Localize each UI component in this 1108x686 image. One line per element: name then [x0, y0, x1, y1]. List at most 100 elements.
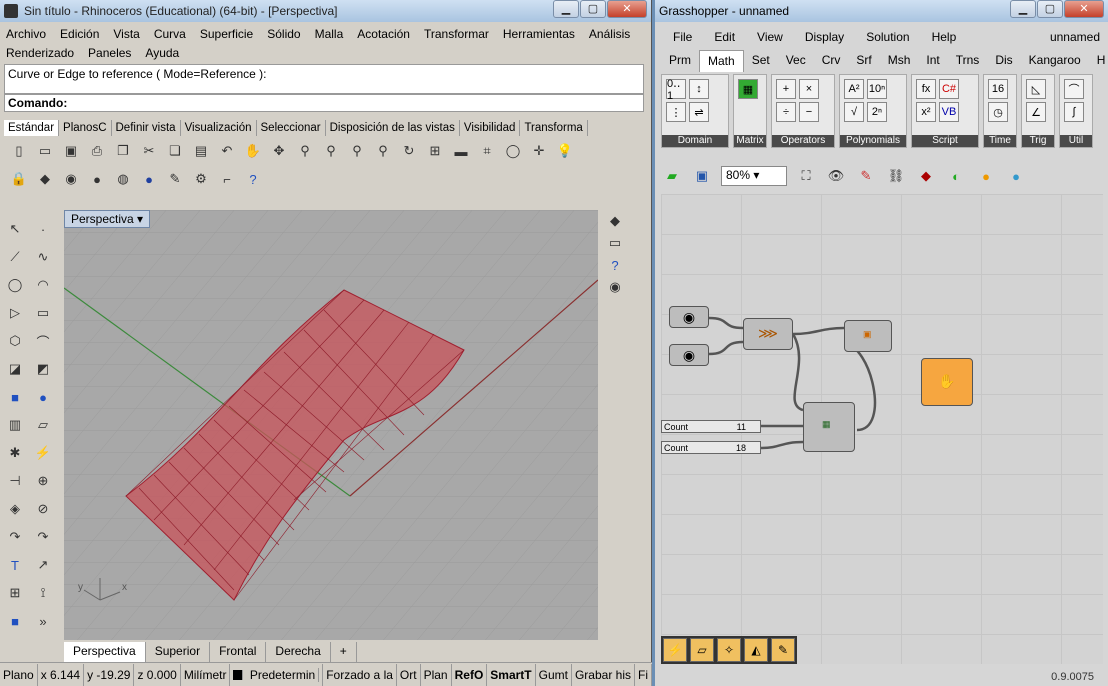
undo-icon[interactable]: ↶ — [216, 140, 238, 162]
text-icon[interactable]: T — [2, 554, 28, 576]
gh-menu-view[interactable]: View — [757, 30, 783, 48]
cplane-icon[interactable]: ⌗ — [476, 140, 498, 162]
menu-paneles[interactable]: Paneles — [88, 44, 131, 63]
cut-icon[interactable]: ✂ — [138, 140, 160, 162]
paint-icon[interactable]: ✎ — [164, 168, 186, 190]
gh-tab-crv[interactable]: Crv — [814, 50, 849, 72]
circle-icon[interactable]: ◯ — [502, 140, 524, 162]
light-bulb-icon[interactable]: 💡 — [554, 140, 576, 162]
preview-eye-icon[interactable]: 👁 — [825, 165, 847, 187]
status-smarttrack[interactable]: SmartT — [487, 663, 536, 686]
status-record-history[interactable]: Grabar his — [572, 663, 635, 686]
tab-seleccionar[interactable]: Seleccionar — [257, 120, 326, 136]
tab-definir-vista[interactable]: Definir vista — [112, 120, 181, 136]
rectangle-icon[interactable]: ▭ — [30, 302, 56, 324]
clipboard-icon[interactable]: ▤ — [190, 140, 212, 162]
bounds-icon[interactable]: ↕ — [689, 79, 709, 99]
gh-menu-help[interactable]: Help — [932, 30, 957, 48]
blue-sphere-icon[interactable]: ● — [138, 168, 160, 190]
status-gumball[interactable]: Gumt — [536, 663, 572, 686]
view-tab-frontal[interactable]: Frontal — [210, 642, 267, 662]
add-view-tab-button[interactable]: + — [330, 642, 357, 662]
tab-transforma[interactable]: Transforma — [520, 120, 588, 136]
copy-icon[interactable]: ❐ — [112, 140, 134, 162]
gauss-icon[interactable]: ⌒ — [1064, 79, 1084, 99]
help-panel-icon[interactable]: ? — [604, 254, 626, 276]
analyze-icon[interactable]: ⟟ — [30, 582, 56, 604]
pan-hand-icon[interactable]: ✋ — [242, 140, 264, 162]
gh-close-button[interactable]: ✕ — [1064, 0, 1104, 18]
gh-menu-solution[interactable]: Solution — [866, 30, 909, 48]
count-slider-2[interactable]: Count 18 — [661, 441, 761, 454]
clock-icon[interactable]: ◷ — [988, 102, 1008, 122]
save-icon[interactable]: ▣ — [60, 140, 82, 162]
trig-angle-icon[interactable]: ∠ — [1026, 102, 1046, 122]
number-param-2[interactable]: ◉ — [669, 344, 709, 366]
preview-mesh-icon[interactable]: ◐ — [945, 165, 967, 187]
zoom-icon[interactable]: ⚲ — [294, 140, 316, 162]
gh-menu-file[interactable]: File — [673, 30, 692, 48]
gh-menu-display[interactable]: Display — [805, 30, 844, 48]
help-icon[interactable]: ? — [242, 168, 264, 190]
power-icon[interactable]: A² — [844, 79, 864, 99]
calendar-icon[interactable]: 16 — [988, 79, 1008, 99]
gear-icon[interactable]: ⚙ — [190, 168, 212, 190]
menu-herramientas[interactable]: Herramientas — [503, 25, 575, 44]
sqrt-icon[interactable]: √ — [844, 102, 864, 122]
zoom-selected-icon[interactable]: ⚲ — [372, 140, 394, 162]
zoom-select[interactable]: 80% ▾ — [721, 166, 787, 186]
tab-planosc[interactable]: PlanosC — [59, 120, 112, 136]
gh-maximize-button[interactable]: ▢ — [1037, 0, 1063, 18]
polyline-icon[interactable]: ⟋ — [2, 246, 28, 268]
color-wheel-icon[interactable]: ◉ — [60, 168, 82, 190]
smooth-icon[interactable]: ∫ — [1064, 102, 1084, 122]
menu-ayuda[interactable]: Ayuda — [145, 44, 179, 63]
status-ortho[interactable]: Ort — [397, 663, 421, 686]
arc-icon[interactable]: ◠ — [30, 274, 56, 296]
four-views-icon[interactable]: ⊞ — [424, 140, 446, 162]
zoom-extents-gh-icon[interactable]: ⛶ — [795, 165, 817, 187]
gh-tab-kangaroo[interactable]: Kangaroo — [1021, 50, 1089, 72]
status-grid-snap[interactable]: Forzado a la — [323, 663, 397, 686]
pick-icon[interactable]: ✧ — [717, 638, 741, 662]
layer-icon[interactable]: ◆ — [34, 168, 56, 190]
gh-tab-msh[interactable]: Msh — [880, 50, 919, 72]
construct-domain-component[interactable]: ⋙ — [743, 318, 793, 350]
rotate-view-icon[interactable]: ↻ — [398, 140, 420, 162]
solid-edit-icon[interactable]: ◈ — [2, 498, 28, 520]
minimize-button[interactable]: ▁ — [553, 0, 579, 18]
tab-disposicion[interactable]: Disposición de las vistas — [326, 120, 460, 136]
menu-curva[interactable]: Curva — [154, 25, 186, 44]
gh-tab-dis[interactable]: Dis — [987, 50, 1020, 72]
menu-vista[interactable]: Vista — [113, 25, 139, 44]
paste-icon[interactable]: ❏ — [164, 140, 186, 162]
gh-tab-prm[interactable]: Prm — [661, 50, 699, 72]
gumball-icon[interactable]: ✛ — [528, 140, 550, 162]
view-tab-superior[interactable]: Superior — [145, 642, 211, 662]
shade-sphere-icon[interactable]: ● — [86, 168, 108, 190]
select-arrow-icon[interactable]: ↖ — [2, 218, 28, 240]
cylinder-icon[interactable]: ▥ — [2, 414, 28, 436]
gh-tab-h[interactable]: H — [1089, 50, 1108, 72]
open-folder-icon[interactable]: ▭ — [34, 140, 56, 162]
polygon-icon[interactable]: ⬡ — [2, 330, 28, 352]
boolean-icon[interactable]: ⊕ — [30, 470, 56, 492]
gh-tab-srf[interactable]: Srf — [848, 50, 879, 72]
status-planar[interactable]: Plan — [421, 663, 452, 686]
gh-tab-math[interactable]: Math — [699, 50, 744, 72]
bake-icon[interactable]: ◆ — [915, 165, 937, 187]
point-icon[interactable]: · — [30, 218, 56, 240]
surface-icon[interactable]: ◪ — [2, 358, 28, 380]
sphere-icon[interactable]: ● — [30, 386, 56, 408]
display-mode-icon[interactable]: ● — [1005, 165, 1027, 187]
remap-icon[interactable]: ⇌ — [689, 102, 709, 122]
status-layer[interactable]: Predetermin — [230, 663, 324, 686]
csharp-icon[interactable]: C# — [939, 79, 959, 99]
circle-tool-icon[interactable]: ◯ — [2, 274, 28, 296]
addition-icon[interactable]: + — [776, 79, 796, 99]
triangle-icon[interactable]: ▷ — [2, 302, 28, 324]
menu-superficie[interactable]: Superficie — [200, 25, 253, 44]
sketch-icon[interactable]: ✎ — [855, 165, 877, 187]
multiply-icon[interactable]: × — [799, 79, 819, 99]
status-cplane[interactable]: Plano — [0, 663, 38, 686]
